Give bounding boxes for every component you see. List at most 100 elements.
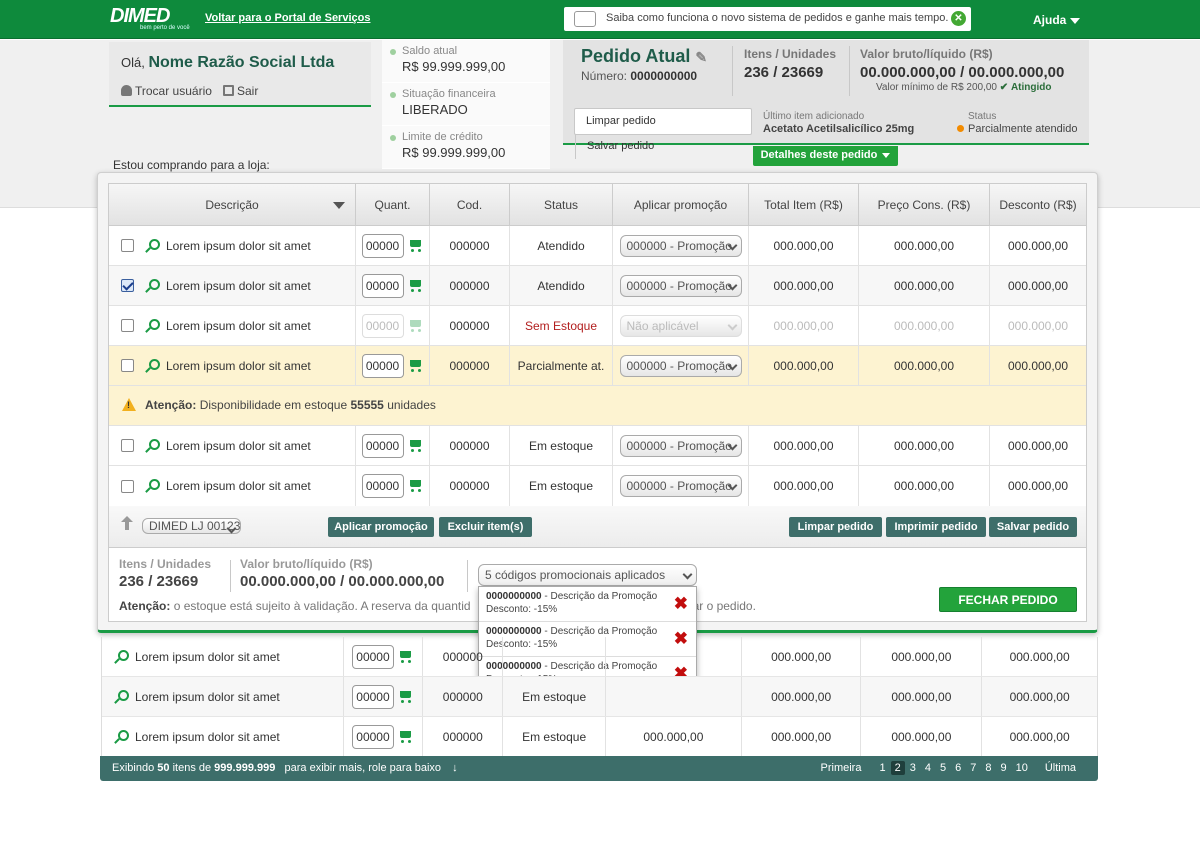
- page-link[interactable]: 7: [966, 761, 980, 775]
- search-icon[interactable]: [145, 318, 160, 333]
- row-checkbox-checked[interactable]: [121, 279, 134, 292]
- quantity-input[interactable]: 00000: [361, 273, 404, 298]
- delete-items-button[interactable]: Excluir item(s): [439, 517, 532, 537]
- page-link[interactable]: 3: [906, 761, 920, 775]
- greeting: Olá, Nome Razão Social Ltda: [121, 54, 334, 72]
- page-link[interactable]: 8: [981, 761, 995, 775]
- item-description: Lorem ipsum dolor sit amet: [166, 278, 311, 293]
- close-order-button[interactable]: FECHAR PEDIDO: [939, 587, 1077, 612]
- cell-status: Atendido: [510, 226, 613, 265]
- arrow-up-icon[interactable]: [121, 516, 133, 530]
- promotion-select[interactable]: 000000 - Promoção: [619, 475, 742, 497]
- scroll-hint: para exibir mais, role para baixo: [284, 762, 442, 774]
- cart-icon[interactable]: [398, 730, 414, 744]
- summary-items-value: 236 / 23669: [119, 573, 199, 590]
- search-icon[interactable]: [114, 689, 129, 704]
- page-link[interactable]: 6: [951, 761, 965, 775]
- promotion-select[interactable]: 000000 - Promoção: [619, 434, 742, 457]
- row-checkbox[interactable]: [121, 239, 134, 252]
- shop-label: Estou comprando para a loja:: [113, 158, 270, 172]
- status-text: Parcialmente atendido: [968, 123, 1078, 135]
- showing-prefix: Exibindo: [112, 762, 155, 774]
- quantity-input[interactable]: 00000: [351, 644, 394, 669]
- save-order-button[interactable]: Salvar pedido: [575, 134, 665, 159]
- notice-banner[interactable]: Saiba como funciona o novo sistema de pe…: [564, 7, 971, 31]
- close-notice-icon[interactable]: ✕: [951, 11, 966, 26]
- order-details-button[interactable]: Detalhes deste pedido: [753, 146, 898, 166]
- header-description[interactable]: Descrição: [109, 184, 356, 225]
- page-link[interactable]: 1: [875, 761, 889, 775]
- cart-icon[interactable]: [398, 690, 414, 704]
- item-description: Lorem ipsum dolor sit amet: [135, 689, 280, 704]
- logout-link[interactable]: Sair: [223, 84, 258, 98]
- search-icon[interactable]: [145, 358, 160, 373]
- search-icon[interactable]: [114, 729, 129, 744]
- page-link[interactable]: 4: [921, 761, 935, 775]
- promotion-select[interactable]: 000000 - Promoção: [619, 354, 742, 377]
- cart-icon[interactable]: [408, 439, 424, 453]
- help-menu[interactable]: Ajuda: [1033, 13, 1081, 27]
- last-item-value: Acetato Acetilsalicílico 25mg: [763, 123, 915, 135]
- cell-promotion: 000.000,00: [606, 717, 742, 756]
- table-header: Descrição Quant. Cod. Status Aplicar pro…: [109, 184, 1086, 226]
- search-icon[interactable]: [114, 649, 129, 664]
- dot-icon: [390, 92, 396, 98]
- cart-icon[interactable]: [408, 239, 424, 253]
- cell-description: Lorem ipsum dolor sit amet: [109, 466, 356, 506]
- logout-icon: [223, 85, 234, 96]
- item-description: Lorem ipsum dolor sit amet: [166, 238, 311, 253]
- promo-codes-dropdown[interactable]: 5 códigos promocionais aplicados: [478, 564, 697, 586]
- row-checkbox[interactable]: [121, 439, 134, 452]
- sort-down-icon[interactable]: [333, 202, 345, 209]
- cell-promotion: 000000 - Promoção: [613, 266, 749, 305]
- switch-user-link[interactable]: Trocar usuário: [121, 84, 212, 98]
- cell-code: 000000: [430, 346, 510, 385]
- cart-icon[interactable]: [408, 479, 424, 493]
- header-status: Status: [510, 184, 613, 225]
- quantity-input[interactable]: 00000: [361, 233, 404, 258]
- promotion-value: 000000 - Promoção: [626, 238, 732, 253]
- search-icon[interactable]: [145, 238, 160, 253]
- row-checkbox[interactable]: [121, 359, 134, 372]
- background-products-table: Lorem ipsum dolor sit amet 00000 000000 …: [101, 637, 1098, 757]
- save-order-button[interactable]: Salvar pedido: [989, 517, 1077, 537]
- cell-quantity: 00000: [344, 677, 424, 716]
- quantity-input[interactable]: 00000: [361, 474, 404, 498]
- greeting-label: Olá,: [121, 55, 145, 70]
- page-link[interactable]: 10: [1012, 761, 1032, 775]
- back-to-portal-link[interactable]: Voltar para o Portal de Serviços: [205, 12, 370, 24]
- chat-bubble-icon: [574, 11, 596, 27]
- dimed-logo[interactable]: DIMED bem perto de você: [110, 5, 190, 31]
- quantity-input[interactable]: 00000: [361, 353, 404, 378]
- page-link-current[interactable]: 2: [890, 761, 905, 775]
- search-icon[interactable]: [145, 438, 160, 453]
- store-select[interactable]: DIMED LJ 00123: [142, 518, 242, 534]
- remove-promo-icon[interactable]: ✖: [674, 595, 688, 612]
- clear-order-button[interactable]: Limpar pedido: [789, 517, 882, 537]
- edit-icon[interactable]: ✎: [695, 49, 707, 65]
- apply-promotion-button[interactable]: Aplicar promoção: [328, 517, 434, 537]
- quantity-input[interactable]: 00000: [351, 684, 394, 709]
- table-row: Lorem ipsum dolor sit amet 00000 000000 …: [109, 306, 1086, 346]
- first-page-link[interactable]: Primeira: [817, 761, 866, 775]
- promotion-select[interactable]: 000000 - Promoção: [619, 274, 742, 297]
- quantity-input[interactable]: 00000: [351, 724, 394, 749]
- order-number-value: 0000000000: [630, 69, 698, 83]
- search-icon[interactable]: [145, 278, 160, 293]
- search-icon[interactable]: [145, 479, 160, 493]
- page-link[interactable]: 9: [996, 761, 1010, 775]
- promotion-select[interactable]: 000000 - Promoção: [619, 234, 742, 257]
- quantity-input[interactable]: 00000: [361, 433, 404, 458]
- promo-desc: - Descrição da Promoção: [544, 591, 658, 602]
- cell-price: 000.000,00: [861, 677, 983, 716]
- cart-icon[interactable]: [408, 279, 424, 293]
- page-link[interactable]: 5: [936, 761, 950, 775]
- table-row: Lorem ipsum dolor sit amet 00000 000000 …: [109, 266, 1086, 306]
- cart-icon[interactable]: [398, 650, 414, 664]
- row-checkbox[interactable]: [121, 479, 134, 493]
- print-order-button[interactable]: Imprimir pedido: [886, 517, 986, 537]
- row-checkbox[interactable]: [121, 319, 134, 332]
- clear-order-button[interactable]: Limpar pedido: [575, 109, 667, 134]
- cart-icon[interactable]: [408, 359, 424, 373]
- last-page-link[interactable]: Última: [1041, 761, 1080, 775]
